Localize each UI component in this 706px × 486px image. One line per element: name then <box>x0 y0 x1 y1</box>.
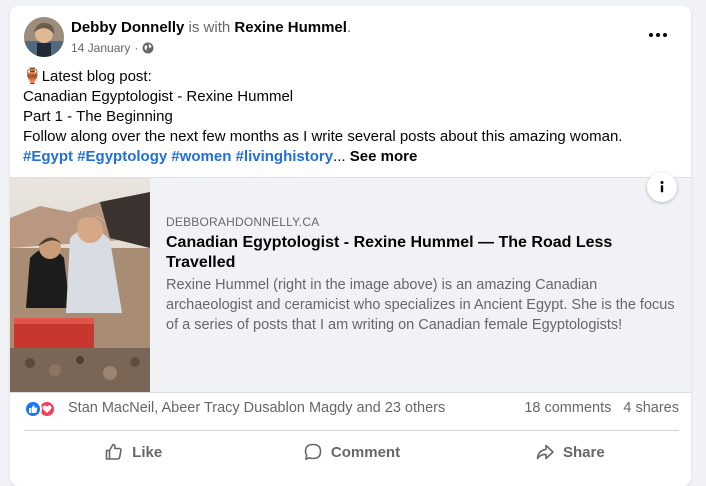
share-button[interactable]: Share <box>461 434 679 470</box>
comments-count[interactable]: 18 comments <box>524 400 611 416</box>
post-header: Debby Donnelly is with Rexine Hummel. 14… <box>24 17 679 59</box>
with-text: is with <box>188 19 231 36</box>
info-icon <box>660 181 664 193</box>
share-label: Share <box>562 443 605 461</box>
post-text-line-1: 🏺Latest blog post: <box>23 67 683 87</box>
post-line-2: Canadian Egyptologist - Rexine Hummel <box>23 88 294 105</box>
amphora-emoji: 🏺 <box>23 68 42 85</box>
post-date[interactable]: 14 January <box>71 40 130 56</box>
post-meta: 14 January · <box>71 40 154 56</box>
ellipsis: ... <box>333 148 346 165</box>
globe-icon[interactable] <box>142 42 154 54</box>
link-preview[interactable]: DEBBORAHDONNELLY.CA Canadian Egyptologis… <box>10 177 691 393</box>
period: . <box>346 19 352 36</box>
meta-separator: · <box>134 41 139 55</box>
post-line-4: Follow along over the next few months as… <box>23 128 623 145</box>
link-info-button[interactable] <box>647 172 677 202</box>
avatar-photo <box>24 17 64 57</box>
author-line: Debby Donnelly is with Rexine Hummel. <box>71 19 351 37</box>
avatar[interactable] <box>24 17 64 57</box>
link-preview-text[interactable]: DEBBORAHDONNELLY.CA Canadian Egyptologis… <box>166 214 681 335</box>
author-name[interactable]: Debby Donnelly <box>71 19 184 36</box>
shares-count[interactable]: 4 shares <box>623 400 679 416</box>
excavation-photo <box>10 178 150 392</box>
hashtag-livinghistory[interactable]: #livinghistory <box>236 148 334 165</box>
tagged-person[interactable]: Rexine Hummel <box>234 19 347 36</box>
link-description: Rexine Hummel (right in the image above)… <box>166 277 675 333</box>
link-preview-image[interactable] <box>10 178 150 392</box>
like-button[interactable]: Like <box>24 434 242 470</box>
hashtag-egypt[interactable]: #Egypt <box>23 148 73 165</box>
like-label: Like <box>132 443 163 461</box>
comment-button[interactable]: Comment <box>242 434 460 470</box>
link-title[interactable]: Canadian Egyptologist - Rexine Hummel — … <box>166 233 681 273</box>
thumbs-up-icon <box>105 443 122 460</box>
comment-bubble-icon <box>304 443 322 460</box>
post-line-3: Part 1 - The Beginning <box>23 108 173 125</box>
action-bar: Like Comment Share <box>24 434 679 470</box>
reaction-stats: Stan MacNeil, Abeer Tracy Dusablon Magdy… <box>24 398 679 420</box>
post-card: Debby Donnelly is with Rexine Hummel. 14… <box>10 6 691 486</box>
reactor-names[interactable]: Stan MacNeil, Abeer Tracy Dusablon Magdy… <box>68 400 445 416</box>
post-text: 🏺Latest blog post: Canadian Egyptologist… <box>23 67 683 167</box>
more-dots-icon <box>649 33 667 37</box>
divider <box>24 430 679 431</box>
hashtag-egyptology[interactable]: #Egyptology <box>77 148 167 165</box>
post-line-1: Latest blog post: <box>41 68 152 85</box>
reaction-icons[interactable] <box>24 400 56 418</box>
hashtag-women[interactable]: #women <box>171 148 231 165</box>
link-domain: DEBBORAHDONNELLY.CA <box>166 215 320 229</box>
engagement-counts: 18 comments 4 shares <box>524 400 679 416</box>
post-hashtag-line: #Egypt #Egyptology #women #livinghistory… <box>23 147 683 167</box>
comment-label: Comment <box>330 443 401 461</box>
like-reaction-icon <box>24 400 42 418</box>
see-more-link[interactable]: See more <box>350 148 418 165</box>
share-arrow-icon <box>536 444 554 460</box>
more-options-button[interactable] <box>643 23 673 47</box>
